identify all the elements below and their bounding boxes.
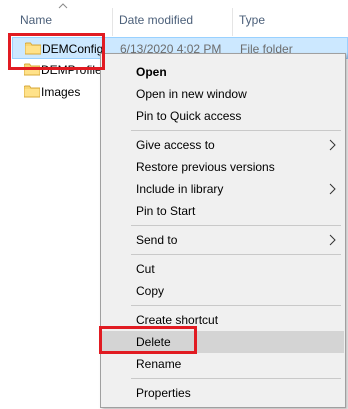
annotation-highlight-folder	[8, 33, 105, 70]
menu-separator	[131, 305, 341, 306]
context-menu: Open Open in new window Pin to Quick acc…	[100, 53, 346, 408]
column-date-modified[interactable]: Date modified	[119, 12, 193, 28]
menu-item-label: Give access to	[136, 138, 215, 152]
menu-item-label: Open	[136, 65, 167, 79]
folder-icon	[24, 85, 40, 98]
menu-item-open[interactable]: Open	[102, 61, 344, 83]
menu-item-copy[interactable]: Copy	[102, 280, 344, 302]
menu-item-send-to[interactable]: Send to	[102, 229, 344, 251]
file-name: Images	[41, 85, 81, 99]
menu-separator	[131, 254, 341, 255]
annotation-highlight-delete	[99, 326, 197, 354]
menu-separator	[131, 130, 341, 131]
menu-item-label: Copy	[136, 284, 165, 298]
menu-item-properties[interactable]: Properties	[102, 382, 344, 404]
column-name[interactable]: Name	[20, 12, 52, 28]
menu-item-label: Include in library	[136, 182, 224, 196]
menu-item-rename[interactable]: Rename	[102, 353, 344, 375]
column-divider[interactable]	[112, 8, 113, 36]
column-divider[interactable]	[232, 8, 233, 36]
chevron-right-icon	[329, 234, 336, 246]
menu-item-label: Pin to Quick access	[136, 109, 242, 123]
menu-item-label: Properties	[136, 386, 191, 400]
menu-item-label: Create shortcut	[136, 313, 219, 327]
menu-item-label: Cut	[136, 262, 155, 276]
menu-item-label: Rename	[136, 357, 182, 371]
chevron-right-icon	[329, 139, 336, 151]
menu-item-label: Open in new window	[136, 87, 247, 101]
menu-item-label: Send to	[136, 233, 178, 247]
column-header: Name Date modified Type	[0, 0, 348, 36]
menu-separator	[131, 225, 341, 226]
menu-item-cut[interactable]: Cut	[102, 258, 344, 280]
chevron-right-icon	[329, 183, 336, 195]
menu-item-pin-quick-access[interactable]: Pin to Quick access	[102, 105, 344, 127]
menu-item-open-new-window[interactable]: Open in new window	[102, 83, 344, 105]
menu-item-restore-versions[interactable]: Restore previous versions	[102, 156, 344, 178]
file-explorer: Name Date modified Type DEMConfig 6/13/2…	[0, 0, 348, 409]
menu-item-label: Pin to Start	[136, 204, 196, 218]
column-type[interactable]: Type	[239, 12, 265, 28]
menu-separator	[131, 378, 341, 379]
menu-item-label: Restore previous versions	[136, 160, 275, 174]
menu-item-include-library[interactable]: Include in library	[102, 178, 344, 200]
menu-item-give-access[interactable]: Give access to	[102, 134, 344, 156]
sort-ascending-icon	[58, 3, 68, 9]
menu-item-pin-start[interactable]: Pin to Start	[102, 200, 344, 222]
